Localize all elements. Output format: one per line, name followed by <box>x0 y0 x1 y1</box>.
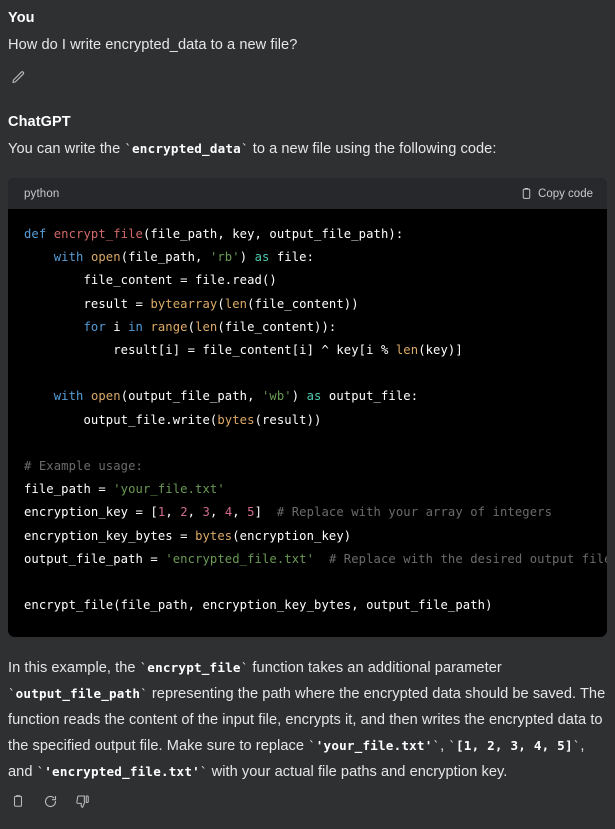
inline-code-encrypted-data: encrypted_data <box>132 141 241 156</box>
code-block-body[interactable]: def encrypt_file(file_path, key, output_… <box>8 209 607 638</box>
backtick: ` <box>432 738 441 754</box>
thumbs-down-icon <box>75 794 90 809</box>
inline-code-output-file-path: output_file_path <box>15 686 141 702</box>
assistant-intro-text: You can write the `encrypted_data` to a … <box>8 136 607 162</box>
backtick: ` <box>448 738 456 754</box>
user-message: You How do I write encrypted_data to a n… <box>0 0 615 88</box>
assistant-author-label: ChatGPT <box>8 114 71 130</box>
thumbs-down-button[interactable] <box>72 791 92 811</box>
explanation-part-2: function takes an additional parameter <box>248 660 502 677</box>
inline-code-encrypt-file: encrypt_file <box>147 660 241 676</box>
assistant-explanation: In this example, the ` encrypt_file ` func… <box>0 655 615 785</box>
explanation-text: In this example, the ` encrypt_file ` func… <box>8 655 607 785</box>
assistant-message-actions <box>0 787 615 811</box>
copy-button[interactable] <box>8 791 28 811</box>
copy-code-button[interactable]: Copy code <box>520 187 593 200</box>
explanation-part-1: In this example, the <box>8 660 140 677</box>
clipboard-icon <box>520 187 533 200</box>
chat-conversation: You How do I write encrypted_data to a n… <box>0 0 615 829</box>
inline-code-your-file-txt: 'your_file.txt' <box>315 738 433 754</box>
refresh-icon <box>43 794 58 809</box>
user-message-toolbar <box>8 66 607 88</box>
user-message-text: How do I write encrypted_data to a new f… <box>8 37 298 53</box>
regenerate-button[interactable] <box>40 791 60 811</box>
backtick: ` <box>8 686 16 702</box>
assistant-message: ChatGPT You can write the `encrypted_dat… <box>0 114 615 162</box>
code-block-header: python Copy code <box>8 178 607 209</box>
intro-text-after: to a new file using the following code: <box>248 141 497 157</box>
explanation-part-6: with your actual file paths and encrypti… <box>207 764 508 781</box>
clipboard-icon <box>11 794 25 808</box>
backtick-close: ` <box>240 141 249 156</box>
code-block: python Copy code def encrypt_file(file_p… <box>8 178 607 638</box>
copy-code-label: Copy code <box>538 187 593 200</box>
pencil-icon[interactable] <box>8 67 28 87</box>
intro-text-before: You can write the <box>8 141 125 157</box>
backtick: ` <box>199 764 208 780</box>
backtick-open: ` <box>124 141 133 156</box>
backtick: ` <box>140 686 148 702</box>
code-language-label: python <box>24 187 60 200</box>
inline-code-key-array: [1, 2, 3, 4, 5] <box>456 738 573 754</box>
code-content[interactable]: def encrypt_file(file_path, key, output_… <box>8 223 607 617</box>
user-author-label: You <box>8 10 35 26</box>
backtick: ` <box>308 738 316 754</box>
inline-code-encrypted-file-txt: 'encrypted_file.txt' <box>44 764 200 780</box>
